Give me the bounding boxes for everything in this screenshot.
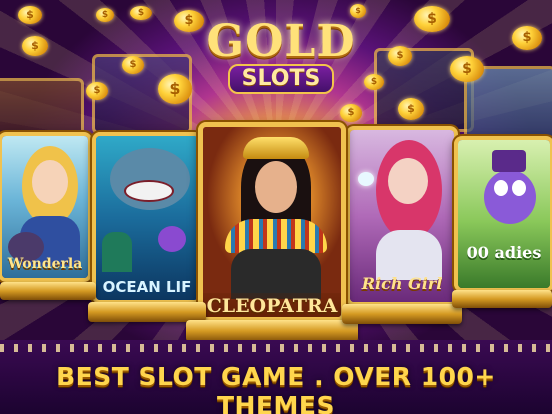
gold-coin-icon: $ <box>450 56 484 82</box>
gold-coin-icon: $ <box>350 4 366 18</box>
cleopatra-collar <box>225 219 327 253</box>
pedestal-left <box>0 282 96 300</box>
gold-coin-icon: $ <box>158 74 192 104</box>
100-ladies-art <box>458 140 550 288</box>
octopus <box>158 226 186 252</box>
gold-coin-icon: $ <box>130 6 152 20</box>
gold-coin-icon: $ <box>512 26 542 50</box>
ladybug-eye-right <box>512 180 526 196</box>
logo-slots-text: SLOTS <box>227 64 335 94</box>
ladybug-eye-left <box>494 180 508 196</box>
seaweed <box>102 232 132 272</box>
pedestal-right <box>452 290 552 308</box>
game-title-ocean-life: OCEAN LIF <box>102 278 192 296</box>
rich-girl-dress <box>376 230 442 280</box>
gold-coin-icon: $ <box>414 6 450 32</box>
game-card-ocean-life[interactable]: OCEAN LIF <box>92 132 202 304</box>
diamond-icon <box>358 172 374 186</box>
game-card-cleopatra[interactable]: CLEOPATRA <box>198 122 346 322</box>
rich-girl-face <box>388 158 428 204</box>
gold-coin-icon: $ <box>96 8 114 22</box>
pedestal-ocean <box>88 302 206 322</box>
ladybug-body <box>484 170 536 224</box>
game-title-100-ladies: 00 adies <box>466 243 542 262</box>
gold-coin-icon: $ <box>388 46 412 66</box>
game-card-100-ladies[interactable]: 00 adies <box>454 136 552 292</box>
gold-coin-icon: $ <box>86 82 108 100</box>
gold-slots-logo: GOLD SLOTS <box>196 18 366 98</box>
marquee-lights <box>0 344 552 352</box>
cleopatra-face <box>255 161 297 213</box>
gold-coin-icon: $ <box>340 104 362 122</box>
ocean-life-art <box>96 136 198 300</box>
pedestal-cleopatra <box>186 320 358 342</box>
cleopatra-headdress <box>243 137 309 159</box>
pedestal-rich-girl <box>342 304 462 324</box>
shark-mouth <box>124 180 174 202</box>
gold-coin-icon: $ <box>18 6 42 24</box>
cleopatra-body <box>231 249 321 299</box>
game-title-cleopatra: CLEOPATRA <box>203 293 341 317</box>
cleopatra-art <box>203 127 341 317</box>
game-title-wonderland: Wonderla <box>7 256 83 272</box>
gold-coin-icon: $ <box>174 10 204 32</box>
alice-face <box>32 160 68 204</box>
game-card-rich-girl[interactable]: Rich Girl <box>346 126 458 306</box>
gold-coin-icon: $ <box>122 56 144 74</box>
gold-coin-icon: $ <box>398 98 424 120</box>
game-banner: GOLD SLOTS $ $ $ $ $ $ $ $ $ $ $ $ $ $ $… <box>0 0 552 414</box>
promo-tagline: BEST SLOT GAME . OVER 100+ THEMES <box>56 362 496 414</box>
game-title-rich-girl: Rich Girl <box>361 274 443 293</box>
logo-gold-text: GOLD <box>206 16 356 67</box>
gold-coin-icon: $ <box>364 74 384 90</box>
gold-coin-icon: $ <box>22 36 48 56</box>
game-card-wonderland[interactable]: Wonderla <box>0 132 92 282</box>
top-hat <box>492 150 526 172</box>
